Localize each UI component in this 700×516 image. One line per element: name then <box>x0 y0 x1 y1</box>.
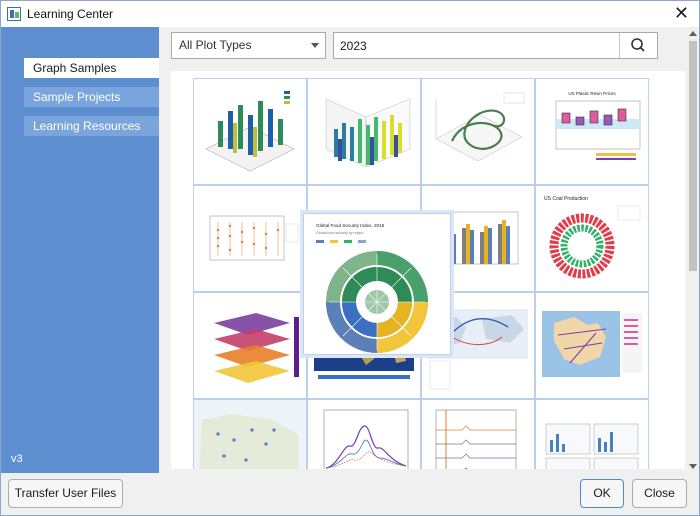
thumb-3d-stacked-planes[interactable] <box>193 292 307 399</box>
thumb-spectrum-peaks[interactable] <box>307 399 421 469</box>
title-bar: Learning Center ✕ <box>1 1 699 27</box>
thumb-sunburst[interactable]: Global Food Security Index, 2019 Global … <box>303 213 451 355</box>
transfer-user-files-button[interactable]: Transfer User Files <box>8 479 123 508</box>
sunburst-subtitle: Global food security by region <box>316 231 364 235</box>
thumb-city-map[interactable] <box>193 399 307 469</box>
window-title: Learning Center <box>27 7 114 21</box>
coal-production-title: US Coal Production <box>544 196 588 202</box>
scroll-thumb[interactable] <box>689 41 697 271</box>
scroll-up-icon[interactable] <box>689 31 697 36</box>
search-button[interactable] <box>619 33 657 58</box>
gallery-scrollbar[interactable] <box>687 27 699 473</box>
search-box <box>333 32 658 59</box>
thumb-dot-plot[interactable] <box>193 185 307 292</box>
thumb-panel-plots[interactable] <box>535 399 649 469</box>
main-content: All Plot Types 2023 US Plastic Resin Pri… <box>159 27 699 473</box>
sunburst-title: Global Food Security Index, 2019 <box>316 223 385 228</box>
app-icon <box>7 7 21 21</box>
chevron-down-icon <box>311 43 319 48</box>
version-label: v3 <box>11 453 23 465</box>
sidebar-item-graph-samples[interactable]: Graph Samples <box>24 58 159 78</box>
box-plot-title: US Plastic Resin Prices <box>568 91 616 96</box>
search-input[interactable] <box>334 33 619 58</box>
learning-center-window: Learning Center ✕ Graph Samples Sample P… <box>0 0 700 516</box>
plot-type-dropdown[interactable]: All Plot Types <box>171 32 326 59</box>
thumb-3d-helix[interactable] <box>421 78 535 185</box>
thumb-stacked-spectra[interactable] <box>421 399 535 469</box>
thumb-3d-bars[interactable] <box>193 78 307 185</box>
thumb-3d-wall-bars[interactable] <box>307 78 421 185</box>
thumb-box-plot[interactable]: US Plastic Resin Prices <box>535 78 649 185</box>
thumb-europe-map[interactable] <box>535 292 649 399</box>
graph-gallery: US Plastic Resin Prices US Coal Producti… <box>171 71 685 469</box>
sidebar-item-sample-projects[interactable]: Sample Projects <box>24 87 159 107</box>
thumb-coal-production[interactable]: US Coal Production <box>535 185 649 292</box>
ok-button[interactable]: OK <box>580 479 624 508</box>
plot-type-value: All Plot Types <box>179 38 252 52</box>
sidebar: Graph Samples Sample Projects Learning R… <box>1 27 159 473</box>
dialog-footer: Transfer User Files OK Close <box>1 473 699 515</box>
scroll-down-icon[interactable] <box>689 464 697 469</box>
sidebar-item-learning-resources[interactable]: Learning Resources <box>24 116 159 136</box>
close-icon[interactable]: ✕ <box>674 4 689 22</box>
close-button[interactable]: Close <box>632 479 687 508</box>
search-icon <box>631 38 645 52</box>
